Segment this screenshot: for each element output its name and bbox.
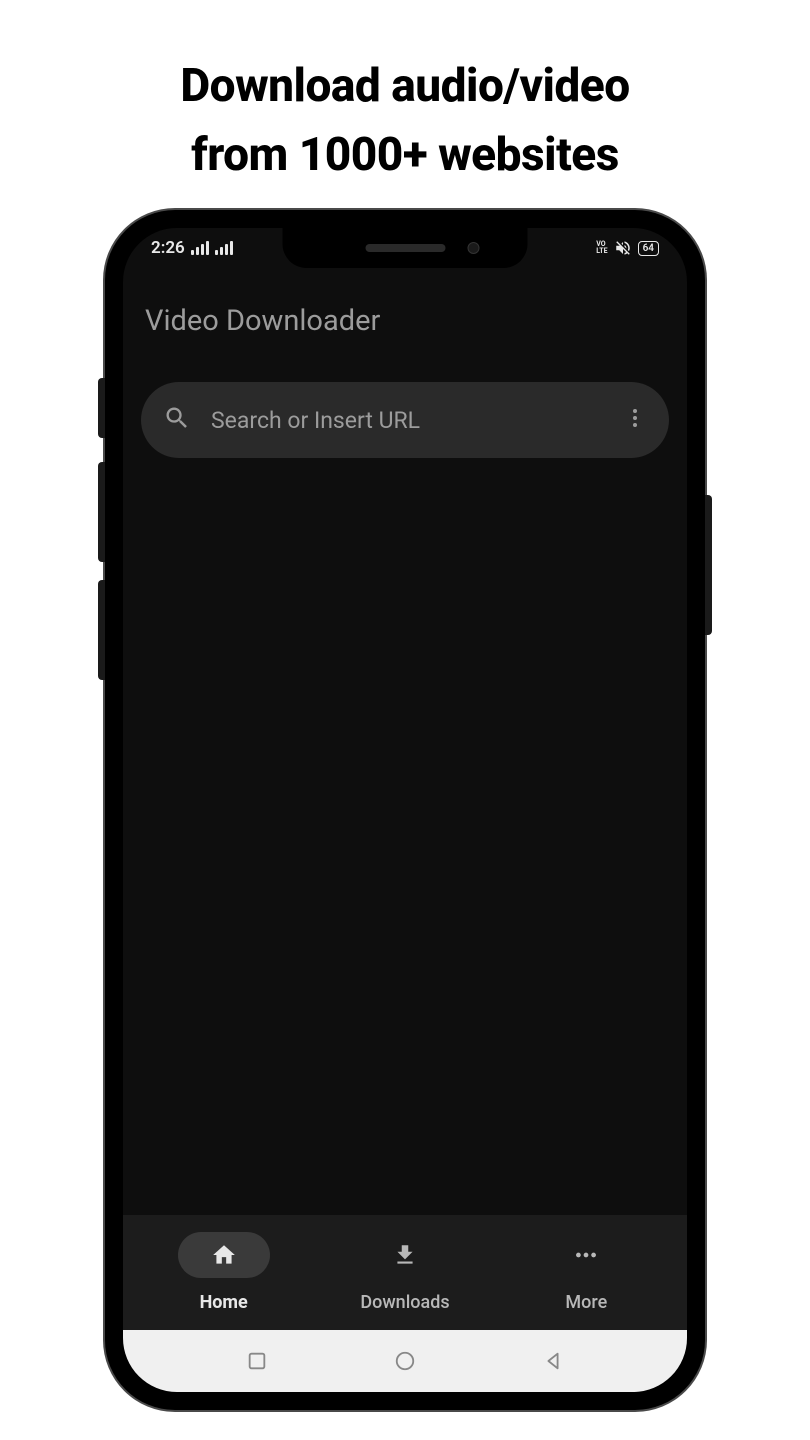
nav-label-more: More [565, 1292, 607, 1313]
status-bar-right: VO LTE 64 [596, 239, 659, 257]
phone-volume-up-button [98, 462, 105, 562]
volte-badge: VO LTE [596, 241, 607, 255]
nav-item-more[interactable]: More [496, 1232, 677, 1313]
battery-indicator: 64 [638, 241, 659, 256]
app-title: Video Downloader [145, 304, 665, 338]
notch-camera [468, 242, 480, 254]
phone-notch [283, 228, 528, 268]
nav-item-downloads[interactable]: Downloads [314, 1232, 495, 1313]
home-icon [178, 1232, 270, 1278]
signal-icon [191, 241, 209, 255]
system-back-button[interactable] [541, 1349, 565, 1373]
system-recent-button[interactable] [245, 1349, 269, 1373]
app-header: Video Downloader [123, 268, 687, 358]
phone-volume-down-button [98, 580, 105, 680]
phone-power-button [705, 495, 712, 635]
phone-screen: 2:26 VO LTE 64 Video D [123, 228, 687, 1392]
main-empty-area [123, 482, 687, 1215]
system-nav-bar [123, 1330, 687, 1392]
app-content: Video Downloader Search or Insert URL [123, 268, 687, 1392]
nav-label-home: Home [200, 1292, 248, 1313]
search-bar[interactable]: Search or Insert URL [141, 382, 669, 458]
status-bar-left: 2:26 [151, 238, 233, 258]
more-vertical-icon[interactable] [623, 406, 647, 434]
download-icon [359, 1232, 451, 1278]
headline-line-1: Download audio/video [0, 52, 810, 121]
nav-label-downloads: Downloads [360, 1292, 449, 1313]
notch-speaker [365, 244, 445, 252]
search-icon [163, 404, 191, 436]
search-container: Search or Insert URL [123, 358, 687, 482]
system-home-button[interactable] [393, 1349, 417, 1373]
nav-item-home[interactable]: Home [133, 1232, 314, 1313]
status-time: 2:26 [151, 238, 185, 258]
more-horizontal-icon [540, 1232, 632, 1278]
headline-line-2: from 1000+ websites [0, 121, 810, 190]
signal-icon [215, 241, 233, 255]
bottom-nav: Home Downloads [123, 1215, 687, 1330]
mute-icon [614, 239, 632, 257]
search-placeholder: Search or Insert URL [211, 407, 603, 434]
marketing-headline: Download audio/video from 1000+ websites [0, 0, 810, 190]
phone-side-button [98, 378, 105, 438]
phone-frame: 2:26 VO LTE 64 Video D [105, 210, 705, 1410]
